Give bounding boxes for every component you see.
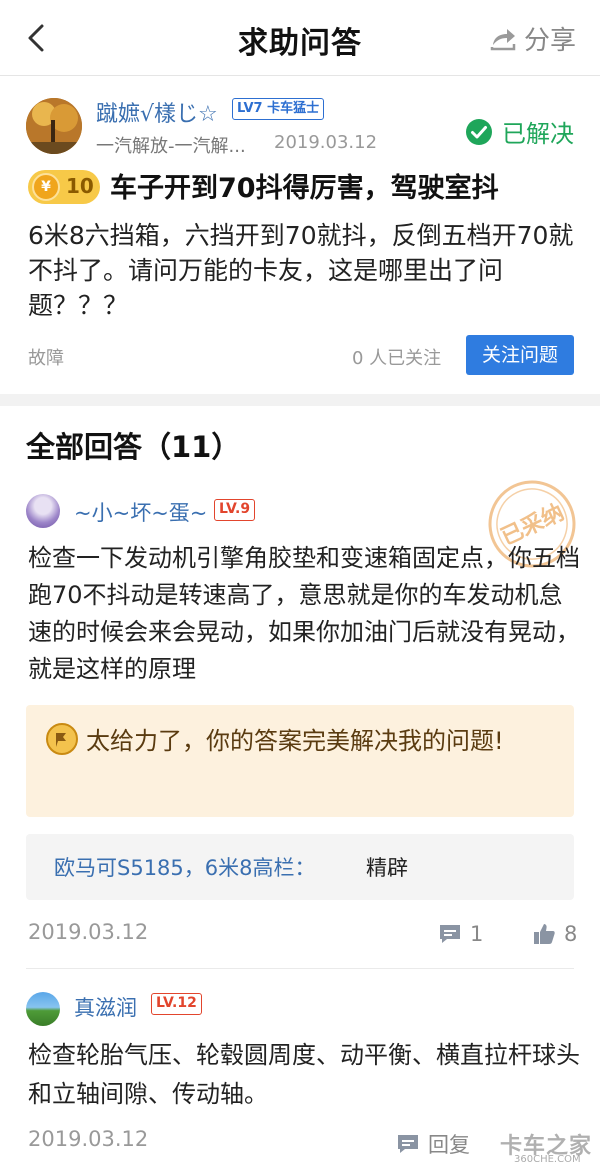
level-badge: LV.12: [151, 993, 202, 1015]
username[interactable]: 蹴嫬√樣じ☆: [96, 96, 218, 128]
thanks-box: 太给力了，你的答案完美解决我的问题!: [26, 705, 574, 817]
comment-count: 1: [470, 922, 484, 946]
avatar[interactable]: [26, 992, 60, 1026]
question-date: 2019.03.12: [274, 132, 378, 153]
answer-body: 检查轮胎气压、轮毂圆周度、动平衡、横直拉杆球头和立轴间隙、传动轴。: [28, 1041, 580, 1108]
share-button[interactable]: 分享: [488, 20, 576, 56]
user-brand: 一汽解放-一汽解...: [96, 136, 246, 157]
level-badge: LV7 卡车猛士: [232, 98, 325, 120]
reward-coin-badge: ¥ 10: [28, 170, 100, 204]
level-badge: LV.9: [214, 499, 256, 521]
car-comment-box: 欧马可S5185，6米8高栏： 精辟: [26, 834, 574, 900]
top-bar: 求助问答 分享: [0, 0, 600, 76]
question-card: 蹴嫬√樣じ☆ LV7 卡车猛士 一汽解放-一汽解... 2019.03.12 已…: [0, 76, 600, 394]
follow-count: 0 人已关注: [352, 348, 442, 369]
share-label: 分享: [523, 25, 576, 56]
solved-status: 已解决: [464, 114, 574, 149]
reply-button[interactable]: 回复: [396, 1129, 470, 1159]
answer-divider: [26, 968, 574, 969]
reward-amount: 10: [66, 174, 94, 198]
thumbs-up-icon: [534, 924, 555, 944]
follow-question-button[interactable]: 关注问题: [466, 335, 574, 375]
solved-label: 已解决: [502, 120, 574, 148]
avatar[interactable]: [26, 494, 60, 528]
question-tag[interactable]: 故障: [28, 344, 64, 370]
avatar[interactable]: [26, 98, 82, 154]
thanks-text: 太给力了，你的答案完美解决我的问题!: [86, 727, 504, 755]
answer-date: 2019.03.12: [28, 1127, 149, 1151]
answers-section-title: 全部回答（11）: [26, 430, 241, 464]
car-comment-text: 精辟: [366, 856, 408, 880]
question-body: 6米8六挡箱，六挡开到70就抖，反倒五档开70就不抖了。请问万能的卡友，这是哪里…: [28, 221, 574, 320]
comment-icon: [398, 1135, 418, 1153]
comment-button[interactable]: 1: [438, 922, 483, 946]
answer-username[interactable]: 真滋润: [74, 992, 137, 1022]
car-model-link[interactable]: 欧马可S5185，6米8高栏：: [54, 852, 316, 882]
question-title: 车子开到70抖得厉害，驾驶室抖: [110, 173, 499, 204]
section-divider: [0, 394, 600, 406]
share-icon: [490, 29, 516, 51]
watermark-url: 360CHE.COM: [514, 1154, 581, 1165]
like-count: 8: [564, 922, 578, 946]
like-button[interactable]: 8: [532, 922, 577, 946]
comment-icon: [440, 925, 460, 943]
answer-body: 检查一下发动机引擎角胶垫和变速箱固定点，你五档跑70不抖动是转速高了，意思就是你…: [28, 544, 580, 683]
answer-date: 2019.03.12: [28, 920, 149, 944]
watermark-logo: 卡车之家 360CHE.COM: [496, 1124, 596, 1166]
coin-icon: ¥: [32, 173, 60, 201]
check-circle-icon: [466, 118, 492, 145]
answer-username[interactable]: ~小~坏~蛋~: [74, 497, 207, 527]
reply-label: 回复: [428, 1133, 470, 1157]
